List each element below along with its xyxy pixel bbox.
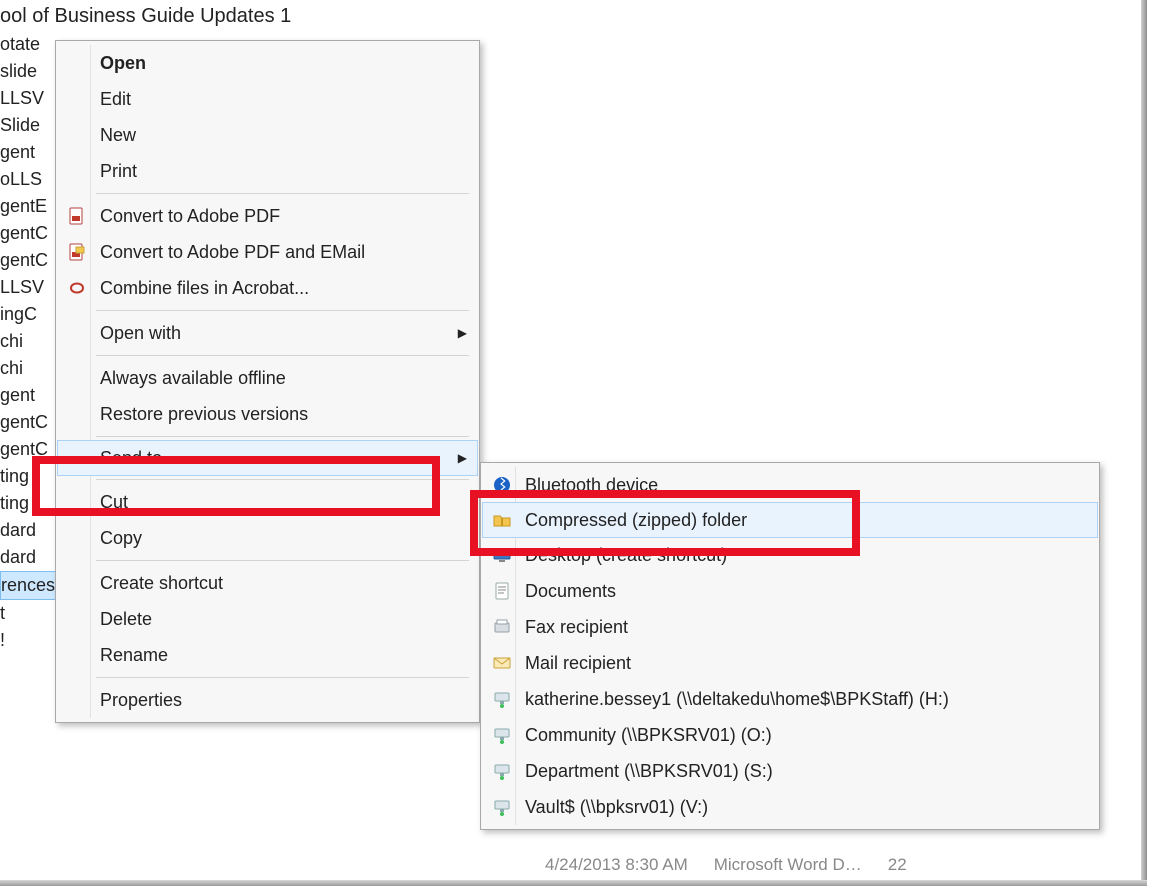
menu-item-label: Compressed (zipped) folder — [525, 510, 747, 531]
menu-item-label: Open with — [100, 323, 181, 344]
menu-item-label: Open — [100, 53, 146, 74]
menu-item-create-shortcut[interactable]: Create shortcut — [58, 565, 477, 601]
file-size: 22 — [888, 855, 907, 875]
menu-item-edit[interactable]: Edit — [58, 81, 477, 117]
menu-item-label: Properties — [100, 690, 182, 711]
menu-item-label: Mail recipient — [525, 653, 631, 674]
menu-item-always-available-offline[interactable]: Always available offline — [58, 360, 477, 396]
send-to-submenu[interactable]: Bluetooth device Compressed (zipped) fold… — [480, 462, 1100, 830]
sendto-item-bluetooth-device[interactable]: Bluetooth device — [483, 467, 1097, 503]
chevron-right-icon: ▶ — [458, 326, 467, 340]
menu-item-label: Fax recipient — [525, 617, 628, 638]
pdf-icon — [66, 205, 88, 227]
menu-item-label: Delete — [100, 609, 152, 630]
menu-item-label: Documents — [525, 581, 616, 602]
sendto-item-mail-recipient[interactable]: Mail recipient — [483, 645, 1097, 681]
page-bottom-shadow — [0, 880, 1147, 886]
menu-item-restore-previous-versions[interactable]: Restore previous versions — [58, 396, 477, 432]
menu-item-label: New — [100, 125, 136, 146]
menu-item-properties[interactable]: Properties — [58, 682, 477, 718]
menu-item-cut[interactable]: Cut — [58, 484, 477, 520]
pdf-mail-icon — [66, 241, 88, 263]
bluetooth-icon — [491, 474, 513, 496]
sendto-item-department-bpksrv01-s[interactable]: Department (\\BPKSRV01) (S:) — [483, 753, 1097, 789]
network-drive-icon — [491, 724, 513, 746]
menu-item-label: Rename — [100, 645, 168, 666]
document-icon — [491, 580, 513, 602]
menu-separator — [96, 479, 469, 480]
sendto-item-vault-bpksrv01-v[interactable]: Vault$ (\\bpksrv01) (V:) — [483, 789, 1097, 825]
menu-item-label: Restore previous versions — [100, 404, 308, 425]
menu-item-label: Vault$ (\\bpksrv01) (V:) — [525, 797, 708, 818]
menu-item-send-to[interactable]: Send to ▶ — [57, 440, 478, 476]
menu-item-convert-to-adobe-pdf[interactable]: Convert to Adobe PDF — [58, 198, 477, 234]
menu-item-label: Send to — [100, 448, 162, 469]
menu-item-label: Convert to Adobe PDF — [100, 206, 280, 227]
menu-item-label: Create shortcut — [100, 573, 223, 594]
menu-item-label: Community (\\BPKSRV01) (O:) — [525, 725, 772, 746]
folder-title: ool of Business Guide Updates 1 — [0, 5, 560, 31]
sendto-item-fax-recipient[interactable]: Fax recipient — [483, 609, 1097, 645]
page-edge-shadow — [1141, 0, 1147, 880]
sendto-item-community-bpksrv01-o[interactable]: Community (\\BPKSRV01) (O:) — [483, 717, 1097, 753]
menu-item-label: Edit — [100, 89, 131, 110]
desktop-icon — [491, 544, 513, 566]
context-menu[interactable]: Open Edit New Print Convert to Adobe PDF Conv… — [55, 40, 480, 723]
menu-item-label: Cut — [100, 492, 128, 513]
menu-item-convert-to-adobe-pdf-and-email[interactable]: Convert to Adobe PDF and EMail — [58, 234, 477, 270]
menu-item-new[interactable]: New — [58, 117, 477, 153]
sendto-item-documents[interactable]: Documents — [483, 573, 1097, 609]
menu-separator — [96, 310, 469, 311]
network-drive-icon — [491, 760, 513, 782]
menu-item-label: Always available offline — [100, 368, 286, 389]
menu-item-label: katherine.bessey1 (\\deltakedu\home$\BPK… — [525, 689, 949, 710]
menu-item-label: Department (\\BPKSRV01) (S:) — [525, 761, 773, 782]
menu-item-rename[interactable]: Rename — [58, 637, 477, 673]
fax-icon — [491, 616, 513, 638]
menu-item-open[interactable]: Open — [58, 45, 477, 81]
menu-item-label: Print — [100, 161, 137, 182]
menu-item-delete[interactable]: Delete — [58, 601, 477, 637]
menu-separator — [96, 560, 469, 561]
sendto-item-desktop-create-shortcut[interactable]: Desktop (create shortcut) — [483, 537, 1097, 573]
file-date: 4/24/2013 8:30 AM — [545, 855, 688, 875]
menu-separator — [96, 677, 469, 678]
menu-separator — [96, 355, 469, 356]
menu-item-label: Combine files in Acrobat... — [100, 278, 309, 299]
sendto-item-katherine-bessey1-deltakedu-home-bpkstaf[interactable]: katherine.bessey1 (\\deltakedu\home$\BPK… — [483, 681, 1097, 717]
network-drive-icon — [491, 796, 513, 818]
menu-item-print[interactable]: Print — [58, 153, 477, 189]
menu-item-copy[interactable]: Copy — [58, 520, 477, 556]
menu-item-open-with[interactable]: Open with ▶ — [58, 315, 477, 351]
menu-item-label: Bluetooth device — [525, 475, 658, 496]
file-type: Microsoft Word D… — [714, 855, 862, 875]
chevron-right-icon: ▶ — [458, 451, 467, 465]
acrobat-icon — [66, 277, 88, 299]
network-drive-icon — [491, 688, 513, 710]
menu-item-label: Desktop (create shortcut) — [525, 545, 727, 566]
menu-item-combine-files-in-acrobat[interactable]: Combine files in Acrobat... — [58, 270, 477, 306]
zip-folder-icon — [491, 509, 513, 531]
menu-separator — [96, 436, 469, 437]
file-details-row: 4/24/2013 8:30 AM Microsoft Word D… 22 — [545, 855, 907, 875]
mail-icon — [491, 652, 513, 674]
menu-separator — [96, 193, 469, 194]
menu-item-label: Convert to Adobe PDF and EMail — [100, 242, 365, 263]
menu-item-label: Copy — [100, 528, 142, 549]
sendto-item-compressed-zipped-folder[interactable]: Compressed (zipped) folder — [482, 502, 1098, 538]
